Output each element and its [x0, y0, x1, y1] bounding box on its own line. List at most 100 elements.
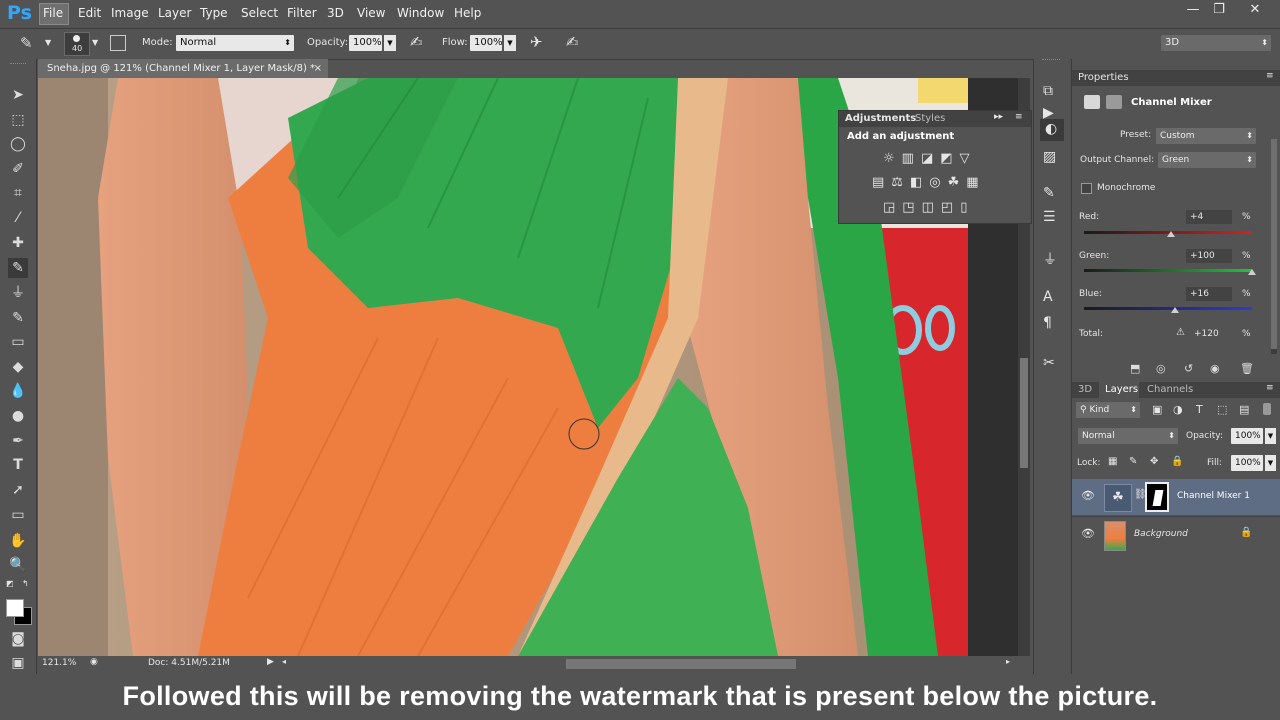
character-icon[interactable]: A [1043, 289, 1053, 305]
zoom-tool-icon[interactable]: 🔍 [8, 555, 28, 575]
red-value-input[interactable]: +4 [1186, 210, 1232, 224]
posterize-icon[interactable]: ◳ [902, 200, 921, 215]
tab-3d[interactable]: 3D [1078, 384, 1092, 395]
eyedropper-tool-icon[interactable]: ⁄ [8, 208, 28, 228]
tab-layers[interactable]: Layers [1105, 384, 1138, 395]
move-tool-icon[interactable]: ➤ [8, 85, 28, 105]
dodge-tool-icon[interactable]: ● [8, 406, 28, 426]
green-value-input[interactable]: +100 [1186, 249, 1232, 263]
scroll-left-icon[interactable]: ◂ [282, 657, 286, 666]
restore-button[interactable]: ❐ [1207, 2, 1231, 18]
menu-layer[interactable]: Layer [158, 6, 191, 20]
visibility-icon[interactable]: ◉ [1210, 362, 1220, 375]
collapse-icon[interactable]: ▸▸ [994, 112, 1003, 122]
filter-smart-object-icon[interactable]: ▤ [1239, 403, 1249, 416]
layer-opacity-input[interactable]: 100% [1231, 428, 1263, 444]
mode-select[interactable]: Normal ⬍ [176, 35, 294, 51]
pen-tool-icon[interactable]: ✒ [8, 431, 28, 451]
menu-type[interactable]: Type [200, 6, 228, 20]
fill-dropdown-icon[interactable]: ▼ [1265, 455, 1276, 471]
lock-all-icon[interactable]: 🔒 [1171, 456, 1183, 467]
color-lookup-icon[interactable]: ▦ [966, 175, 985, 190]
layer-kind-filter[interactable]: ⚲ Kind ⬍ [1076, 402, 1140, 418]
crop-tool-icon[interactable]: ⌗ [8, 183, 28, 203]
hand-tool-icon[interactable]: ✋ [8, 531, 28, 551]
pressure-size-icon[interactable]: ✍ [566, 33, 579, 51]
clone-stamp-tool-icon[interactable]: ⏚ [8, 283, 28, 303]
menu-view[interactable]: View [357, 6, 385, 20]
tab-channels[interactable]: Channels [1147, 384, 1193, 395]
brush-panel-icon[interactable]: ☰ [1043, 209, 1056, 225]
trash-icon[interactable]: 🗑 [1240, 362, 1254, 375]
green-slider-track[interactable] [1084, 269, 1252, 272]
clip-to-layer-icon[interactable]: ⬒ [1130, 362, 1140, 375]
type-tool-icon[interactable]: T [8, 455, 28, 475]
workspace-select[interactable]: 3D ⬍ [1161, 35, 1271, 51]
green-slider-thumb[interactable] [1248, 269, 1256, 275]
brightness-icon[interactable]: ☼ [883, 151, 902, 166]
status-info-icon[interactable]: ◉ [90, 657, 98, 667]
filter-adjustment-icon[interactable]: ◑ [1173, 403, 1183, 416]
lock-transparent-icon[interactable]: ▦ [1108, 456, 1117, 467]
blur-tool-icon[interactable]: 💧 [8, 381, 28, 401]
history-icon[interactable]: ⧉ [1043, 83, 1053, 99]
quick-mask-icon[interactable]: ◙ [8, 629, 28, 649]
monochrome-checkbox[interactable] [1081, 183, 1092, 194]
brush-tool-icon[interactable]: ✎ [20, 34, 33, 52]
filter-pixel-icon[interactable]: ▣ [1152, 403, 1162, 416]
menu-help[interactable]: Help [454, 6, 481, 20]
lock-image-icon[interactable]: ✎ [1129, 456, 1137, 467]
menu-window[interactable]: Window [397, 6, 444, 20]
tool-presets-icon[interactable]: ✂ [1043, 355, 1055, 371]
output-channel-select[interactable]: Green ⬍ [1158, 152, 1256, 168]
rectangle-tool-icon[interactable]: ▭ [8, 505, 28, 525]
opacity-dropdown-icon[interactable]: ▼ [384, 35, 396, 51]
lasso-tool-icon[interactable]: ◯ [8, 134, 28, 154]
panel-menu-icon[interactable]: ≡ [1266, 383, 1274, 393]
horizontal-scroll-thumb[interactable] [566, 659, 796, 669]
marquee-tool-icon[interactable]: ⬚ [8, 110, 28, 130]
preset-select[interactable]: Custom ⬍ [1156, 128, 1256, 144]
hue-saturation-icon[interactable]: ▤ [872, 175, 891, 190]
view-previous-icon[interactable]: ◎ [1156, 362, 1166, 375]
airbrush-icon[interactable]: ✈ [530, 33, 543, 51]
menu-3d[interactable]: 3D [327, 6, 344, 20]
minimize-button[interactable]: — [1181, 2, 1205, 18]
zoom-level[interactable]: 121.1% [42, 658, 76, 668]
brush-panel-icon[interactable] [110, 35, 126, 51]
layer-mask-icon[interactable] [1106, 95, 1122, 109]
brush-presets-icon[interactable]: ✎ [1043, 185, 1055, 201]
layer-mask-thumbnail[interactable] [1145, 482, 1169, 512]
color-balance-icon[interactable]: ⚖ [891, 175, 910, 190]
layer-name[interactable]: Channel Mixer 1 [1177, 491, 1250, 501]
status-menu-arrow-icon[interactable]: ▶ [267, 657, 274, 667]
curves-icon[interactable]: ◪ [921, 151, 940, 166]
history-brush-tool-icon[interactable]: ✎ [8, 308, 28, 328]
levels-icon[interactable]: ▥ [902, 151, 921, 166]
layer-row-background[interactable]: 👁 Background 🔒 [1072, 516, 1280, 553]
blue-slider-track[interactable] [1084, 307, 1252, 310]
dropdown-arrow-icon[interactable]: ▼ [92, 38, 98, 47]
menu-edit[interactable]: Edit [78, 6, 101, 20]
quick-select-tool-icon[interactable]: ✐ [8, 159, 28, 179]
eraser-tool-icon[interactable]: ▭ [8, 332, 28, 352]
layer-opacity-dropdown-icon[interactable]: ▼ [1265, 428, 1276, 444]
menu-image[interactable]: Image [111, 6, 149, 20]
opacity-input[interactable]: 100% [349, 35, 382, 51]
red-slider-thumb[interactable] [1167, 231, 1176, 237]
close-window-button[interactable]: ✕ [1243, 2, 1267, 18]
menu-filter[interactable]: Filter [287, 6, 317, 20]
blue-slider-thumb[interactable] [1170, 307, 1179, 313]
invert-icon[interactable]: ◲ [883, 200, 902, 215]
tab-adjustments[interactable]: Adjustments [845, 113, 916, 124]
properties-scrollbar[interactable] [1271, 139, 1277, 354]
close-document-icon[interactable]: × [314, 59, 322, 78]
path-selection-tool-icon[interactable]: ➚ [8, 480, 28, 500]
fill-input[interactable]: 100% [1231, 455, 1263, 471]
blue-value-input[interactable]: +16 [1186, 287, 1232, 301]
flow-input[interactable]: 100% [470, 35, 503, 51]
selective-color-icon[interactable]: ◰ [941, 200, 960, 215]
healing-brush-tool-icon[interactable]: ✚ [8, 233, 28, 253]
scroll-right-icon[interactable]: ▸ [1006, 657, 1010, 666]
exposure-icon[interactable]: ◩ [940, 151, 959, 166]
